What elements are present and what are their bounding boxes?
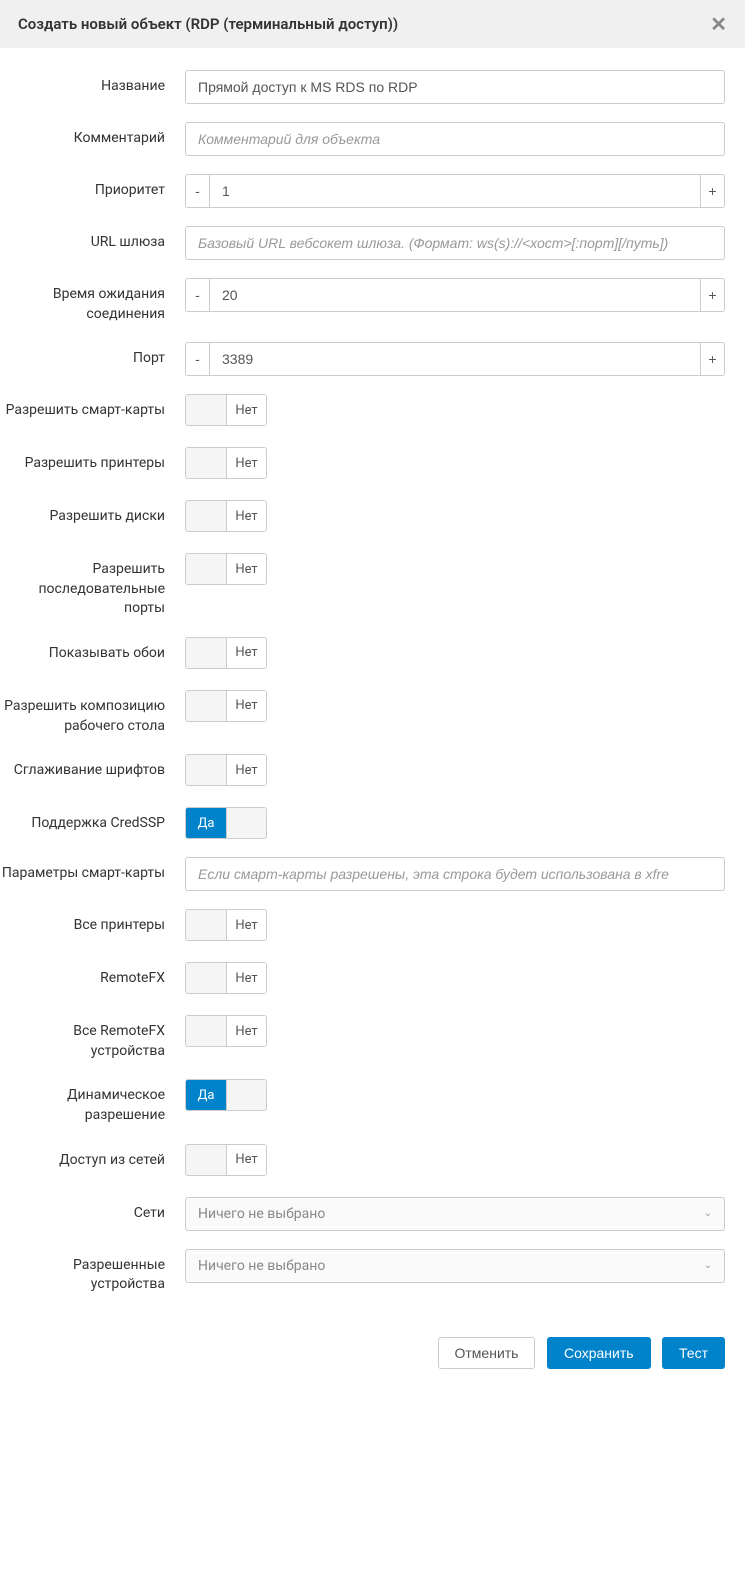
allowed-devices-select[interactable]: Ничего не выбрано ⌄: [185, 1249, 725, 1283]
credssp-toggle[interactable]: Да: [185, 807, 267, 839]
allow-printers-toggle[interactable]: Нет: [185, 447, 267, 479]
close-icon[interactable]: ✕: [710, 14, 727, 34]
toggle-value: Да: [186, 808, 226, 838]
remotefx-toggle[interactable]: Нет: [185, 962, 267, 994]
label-allowed-devices: Разрешенные устройства: [0, 1249, 185, 1295]
label-remotefx: RemoteFX: [0, 962, 185, 989]
label-allow-serial: Разрешить последовательные порты: [0, 553, 185, 619]
toggle-value: Нет: [226, 638, 266, 668]
row-allow-composition: Разрешить композицию рабочего стола Нет: [0, 690, 725, 736]
port-plus-button[interactable]: +: [701, 342, 725, 376]
label-networks: Сети: [0, 1197, 185, 1224]
label-comment: Комментарий: [0, 122, 185, 149]
dialog-body: Название Комментарий Приоритет - + URL ш…: [0, 48, 745, 1323]
label-priority: Приоритет: [0, 174, 185, 201]
label-allow-printers: Разрешить принтеры: [0, 447, 185, 474]
row-allow-smartcards: Разрешить смарт-карты Нет: [0, 394, 725, 429]
row-net-access: Доступ из сетей Нет: [0, 1144, 725, 1179]
row-allow-drives: Разрешить диски Нет: [0, 500, 725, 535]
toggle-value: Нет: [226, 1145, 266, 1175]
label-dynamic-res: Динамическое разрешение: [0, 1079, 185, 1125]
toggle-value: Нет: [226, 691, 266, 721]
row-priority: Приоритет - +: [0, 174, 725, 208]
toggle-value: Нет: [226, 1016, 266, 1046]
all-remotefx-toggle[interactable]: Нет: [185, 1015, 267, 1047]
chevron-down-icon: ⌄: [704, 1260, 712, 1271]
label-port: Порт: [0, 342, 185, 369]
font-smoothing-toggle[interactable]: Нет: [185, 754, 267, 786]
row-conn-timeout: Время ожидания соединения - +: [0, 278, 725, 324]
row-networks: Сети Ничего не выбрано ⌄: [0, 1197, 725, 1231]
toggle-value: Нет: [226, 755, 266, 785]
label-font-smoothing: Сглаживание шрифтов: [0, 754, 185, 781]
label-gateway-url: URL шлюза: [0, 226, 185, 253]
timeout-plus-button[interactable]: +: [701, 278, 725, 312]
chevron-down-icon: ⌄: [704, 1208, 712, 1219]
select-value: Ничего не выбрано: [198, 1206, 325, 1222]
port-input[interactable]: [209, 342, 701, 376]
row-name: Название: [0, 70, 725, 104]
row-dynamic-res: Динамическое разрешение Да: [0, 1079, 725, 1125]
allow-composition-toggle[interactable]: Нет: [185, 690, 267, 722]
label-credssp: Поддержка CredSSP: [0, 807, 185, 834]
dialog-footer: Отменить Сохранить Тест: [0, 1323, 745, 1389]
label-allow-drives: Разрешить диски: [0, 500, 185, 527]
toggle-value: Нет: [226, 395, 266, 425]
dialog-header: Создать новый объект (RDP (терминальный …: [0, 0, 745, 48]
toggle-value: Нет: [226, 501, 266, 531]
dialog-title: Создать новый объект (RDP (терминальный …: [18, 15, 398, 33]
dynamic-res-toggle[interactable]: Да: [185, 1079, 267, 1111]
allow-smartcards-toggle[interactable]: Нет: [185, 394, 267, 426]
row-font-smoothing: Сглаживание шрифтов Нет: [0, 754, 725, 789]
allow-serial-toggle[interactable]: Нет: [185, 553, 267, 585]
priority-input[interactable]: [209, 174, 701, 208]
net-access-toggle[interactable]: Нет: [185, 1144, 267, 1176]
label-all-printers: Все принтеры: [0, 909, 185, 936]
test-button[interactable]: Тест: [662, 1337, 725, 1369]
networks-select[interactable]: Ничего не выбрано ⌄: [185, 1197, 725, 1231]
row-comment: Комментарий: [0, 122, 725, 156]
select-value: Ничего не выбрано: [198, 1258, 325, 1274]
timeout-minus-button[interactable]: -: [185, 278, 209, 312]
row-credssp: Поддержка CredSSP Да: [0, 807, 725, 839]
row-allow-serial: Разрешить последовательные порты Нет: [0, 553, 725, 619]
cancel-button[interactable]: Отменить: [438, 1337, 536, 1369]
toggle-value: Да: [186, 1080, 226, 1110]
label-name: Название: [0, 70, 185, 97]
label-allow-smartcards: Разрешить смарт-карты: [0, 394, 185, 421]
smartcard-params-input[interactable]: [185, 857, 725, 891]
port-minus-button[interactable]: -: [185, 342, 209, 376]
toggle-value: Нет: [226, 554, 266, 584]
label-show-wallpaper: Показывать обои: [0, 637, 185, 664]
all-printers-toggle[interactable]: Нет: [185, 909, 267, 941]
row-all-printers: Все принтеры Нет: [0, 909, 725, 944]
show-wallpaper-toggle[interactable]: Нет: [185, 637, 267, 669]
row-port: Порт - +: [0, 342, 725, 376]
timeout-input[interactable]: [209, 278, 701, 312]
allow-drives-toggle[interactable]: Нет: [185, 500, 267, 532]
row-gateway-url: URL шлюза: [0, 226, 725, 260]
toggle-value: Нет: [226, 910, 266, 940]
gateway-url-input[interactable]: [185, 226, 725, 260]
label-allow-composition: Разрешить композицию рабочего стола: [0, 690, 185, 736]
priority-minus-button[interactable]: -: [185, 174, 209, 208]
row-smartcard-params: Параметры смарт-карты: [0, 857, 725, 891]
row-show-wallpaper: Показывать обои Нет: [0, 637, 725, 672]
label-conn-timeout: Время ожидания соединения: [0, 278, 185, 324]
save-button[interactable]: Сохранить: [547, 1337, 651, 1369]
row-all-remotefx: Все RemoteFX устройства Нет: [0, 1015, 725, 1061]
label-net-access: Доступ из сетей: [0, 1144, 185, 1171]
priority-plus-button[interactable]: +: [701, 174, 725, 208]
comment-input[interactable]: [185, 122, 725, 156]
toggle-value: Нет: [226, 963, 266, 993]
row-allowed-devices: Разрешенные устройства Ничего не выбрано…: [0, 1249, 725, 1295]
toggle-value: Нет: [226, 448, 266, 478]
label-smartcard-params: Параметры смарт-карты: [0, 857, 185, 884]
name-input[interactable]: [185, 70, 725, 104]
row-allow-printers: Разрешить принтеры Нет: [0, 447, 725, 482]
row-remotefx: RemoteFX Нет: [0, 962, 725, 997]
label-all-remotefx: Все RemoteFX устройства: [0, 1015, 185, 1061]
